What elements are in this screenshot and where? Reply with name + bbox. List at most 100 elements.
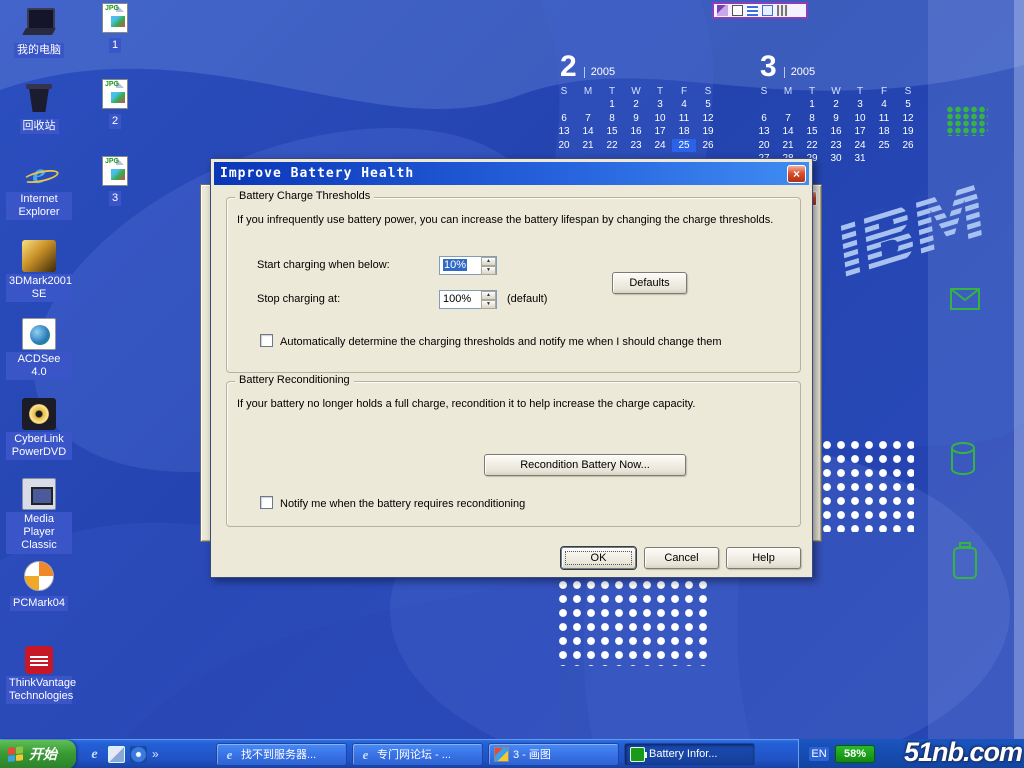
notify-reconditioning-checkbox[interactable] xyxy=(260,496,273,509)
highlighter-tool-icon[interactable] xyxy=(747,5,758,16)
calendar-day-header: T xyxy=(648,85,672,99)
start-charging-value: 10% xyxy=(443,259,467,271)
desktop-icon-jpg-3[interactable]: JPG 3 xyxy=(86,155,144,206)
desktop-icon-jpg-2[interactable]: JPG 2 xyxy=(86,78,144,129)
jpg-file-icon: JPG xyxy=(102,156,128,186)
desktop-icon-label: Internet Explorer xyxy=(6,192,72,220)
desktop-icon-3dmark2001[interactable]: 3DMark2001 SE xyxy=(6,240,72,302)
desktop-icon-powerdvd[interactable]: CyberLink PowerDVD xyxy=(6,398,72,460)
desktop-icon-label: ThinkVantage Technologies xyxy=(6,676,72,704)
start-charging-spinner[interactable]: 10% ▲ ▼ xyxy=(439,256,497,275)
pen-tool-icon[interactable] xyxy=(717,5,728,16)
calendar-date: 11 xyxy=(672,112,696,126)
chevron-right-icon[interactable]: » xyxy=(152,746,162,763)
pcmark-icon xyxy=(24,561,54,591)
calendar-date: 6 xyxy=(552,112,576,126)
calendar-date xyxy=(752,98,776,112)
stop-charging-spinner[interactable]: 100% ▲ ▼ xyxy=(439,290,497,309)
calendar-date: 1 xyxy=(600,98,624,112)
desktop-icon-internet-explorer[interactable]: e Internet Explorer xyxy=(6,158,72,220)
auto-determine-checkbox[interactable] xyxy=(260,334,273,347)
calendar-day-header: T xyxy=(600,85,624,99)
dialog-title: Improve Battery Health xyxy=(220,166,414,181)
desktop-icon-recycle-bin[interactable]: 回收站 xyxy=(6,82,72,134)
spin-down-icon[interactable]: ▼ xyxy=(481,300,496,309)
calendar-date: 14 xyxy=(576,125,600,139)
calendar-date: 21 xyxy=(776,139,800,153)
ok-button[interactable]: OK xyxy=(561,547,636,569)
calendar-day-header: F xyxy=(672,85,696,99)
media-player-quicklaunch-icon[interactable] xyxy=(130,746,147,763)
select-tool-icon[interactable] xyxy=(732,5,743,16)
desktop-icon-thinkvantage[interactable]: ThinkVantage Technologies xyxy=(6,644,72,704)
options-tool-icon[interactable] xyxy=(777,5,788,16)
jpg-badge: JPG xyxy=(105,81,119,88)
jpg-badge: JPG xyxy=(105,158,119,165)
spin-up-icon[interactable]: ▲ xyxy=(481,257,496,266)
group-title: Battery Reconditioning xyxy=(235,374,354,386)
calendar-date: 2 xyxy=(824,98,848,112)
calendar-day-header: M xyxy=(576,85,600,99)
calendar-date: 25 xyxy=(672,139,696,153)
calendar-day-header: T xyxy=(848,85,872,99)
calendar-date: 15 xyxy=(800,125,824,139)
calendar-date: 20 xyxy=(752,139,776,153)
calendar-date: 13 xyxy=(552,125,576,139)
desktop-icon-label: ACDSee 4.0 xyxy=(6,352,72,380)
note-tool-icon[interactable] xyxy=(762,5,773,16)
cancel-button[interactable]: Cancel xyxy=(644,547,719,569)
auto-determine-label[interactable]: Automatically determine the charging thr… xyxy=(280,336,721,348)
internet-explorer-icon: e xyxy=(22,158,56,190)
dot-pattern-right xyxy=(820,438,914,532)
calendar-day-header: M xyxy=(776,85,800,99)
taskbar-button-server-not-found[interactable]: e 找不到服务器... xyxy=(216,743,347,766)
battery-charge-thresholds-group: Battery Charge Thresholds If you infrequ… xyxy=(226,197,801,373)
taskbar-button-battery-information[interactable]: Battery Infor... xyxy=(624,743,755,766)
wallpaper-right-edge xyxy=(1014,0,1024,768)
spin-up-icon[interactable]: ▲ xyxy=(481,291,496,300)
dot-pattern-bottom xyxy=(556,578,712,666)
3dmark-icon xyxy=(22,240,56,272)
calendar-date: 17 xyxy=(648,125,672,139)
show-desktop-icon[interactable] xyxy=(108,746,125,763)
calendar-date: 22 xyxy=(600,139,624,153)
desktop-icon-my-computer[interactable]: 我的电脑 xyxy=(6,6,72,58)
defaults-button[interactable]: Defaults xyxy=(612,272,687,294)
desktop-icon-jpg-1[interactable]: JPG 1 xyxy=(86,2,144,53)
notify-reconditioning-label[interactable]: Notify me when the battery requires reco… xyxy=(280,498,525,510)
calendar-date: 16 xyxy=(824,125,848,139)
green-grid-icon xyxy=(946,106,988,136)
dialog-titlebar[interactable]: Improve Battery Health × xyxy=(214,162,809,185)
battery-status-indicator[interactable]: 58% xyxy=(835,745,875,763)
desktop-icon-pcmark04[interactable]: PCMark04 xyxy=(6,560,72,611)
language-indicator[interactable]: EN xyxy=(809,747,829,761)
calendar-date: 16 xyxy=(624,125,648,139)
reconditioning-description: If your battery no longer holds a full c… xyxy=(237,398,792,410)
improve-battery-health-dialog: Improve Battery Health × Battery Charge … xyxy=(210,158,813,578)
calendar-month: 2 xyxy=(560,54,577,80)
taskbar-button-forum[interactable]: e 专门网论坛 - ... xyxy=(352,743,483,766)
desktop-icon-label: 回收站 xyxy=(20,119,59,134)
calendar-date: 19 xyxy=(696,125,720,139)
desktop-icon-label: 1 xyxy=(109,38,121,53)
desktop-icon-label: PCMark04 xyxy=(10,596,68,611)
taskbar-button-paint[interactable]: 3 - 画图 xyxy=(488,743,619,766)
default-note: (default) xyxy=(507,293,547,305)
battery-icon xyxy=(630,747,645,762)
ie-icon: e xyxy=(358,747,373,762)
floating-toolbar[interactable] xyxy=(712,2,808,19)
database-cylinder-icon xyxy=(950,442,976,476)
spin-down-icon[interactable]: ▼ xyxy=(481,266,496,275)
recondition-battery-button[interactable]: Recondition Battery Now... xyxy=(484,454,686,476)
desktop-icon-media-player-classic[interactable]: Media Player Classic xyxy=(6,478,72,554)
calendar-date: 23 xyxy=(624,139,648,153)
calendar-date: 2 xyxy=(624,98,648,112)
stop-charging-label: Stop charging at: xyxy=(257,293,340,305)
desktop-icon-label: 2 xyxy=(109,114,121,129)
desktop-icon-acdsee[interactable]: ACDSee 4.0 xyxy=(6,318,72,380)
internet-explorer-quicklaunch-icon[interactable]: e xyxy=(86,746,103,763)
start-button[interactable]: 开始 xyxy=(0,740,76,768)
calendar-date: 26 xyxy=(896,139,920,153)
close-icon[interactable]: × xyxy=(787,165,806,183)
help-button[interactable]: Help xyxy=(726,547,801,569)
